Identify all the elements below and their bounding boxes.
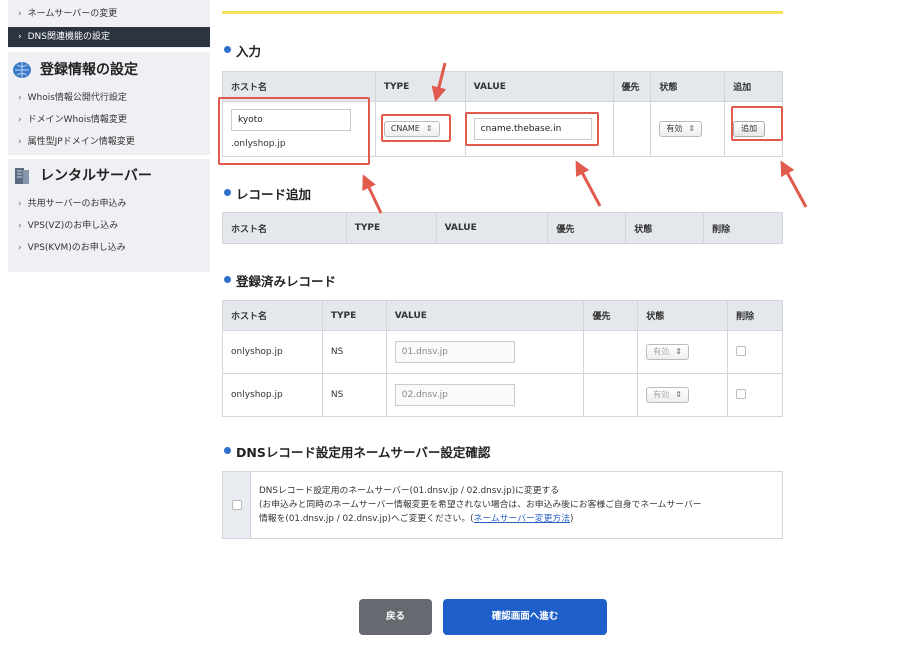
row-delete-cell — [727, 330, 783, 374]
sidebar-divider — [8, 155, 210, 159]
ns-confirm-line3-text: 情報を(01.dnsv.jp / 02.dnsv.jp)へご変更ください。( — [259, 514, 474, 524]
ns-confirm-text: DNSレコード設定用のネームサーバー(01.dnsv.jp / 02.dnsv.… — [259, 484, 774, 526]
row-status-select[interactable]: 有効 ⇕ — [646, 344, 689, 360]
status-select-value: 有効 — [666, 124, 683, 133]
row-priority — [583, 373, 639, 417]
ns-confirm-line3-end: ) — [570, 514, 574, 524]
highlight-type — [381, 114, 451, 142]
col-header-status: 状態 — [650, 71, 726, 102]
row-value-cell: 01.dnsv.jp — [385, 330, 585, 374]
ns-confirm-line3: 情報を(01.dnsv.jp / 02.dnsv.jp)へご変更ください。(ネー… — [259, 512, 774, 526]
row-priority — [583, 330, 639, 374]
highlight-host — [218, 97, 370, 165]
sidebar-item-nameserver-change[interactable]: ネームサーバーの変更 — [8, 4, 210, 24]
row-value-cell: 02.dnsv.jp — [385, 373, 585, 417]
sidebar-item-vps-vz[interactable]: VPS(VZ)のお申し込み — [8, 216, 210, 236]
ns-confirm-line2: (お申込みと同時のネームサーバー情報変更を希望されない場合は、お申込み後にお客様… — [259, 500, 702, 510]
sidebar-heading-rental-server: レンタルサーバー — [8, 162, 210, 190]
arrow-to-host — [362, 174, 383, 214]
section-title-input: 入力 — [222, 41, 261, 60]
row-status-select[interactable]: 有効 ⇕ — [646, 387, 689, 403]
next-confirm-button[interactable]: 確認画面へ進む — [443, 599, 607, 635]
highlight-value — [465, 112, 599, 146]
col-header-priority: 優先 — [583, 300, 639, 331]
globe-icon — [13, 62, 31, 78]
sidebar-item-whois-proxy[interactable]: Whois情報公開代行設定 — [8, 88, 210, 108]
col-header-type: TYPE — [374, 71, 466, 102]
row-value-input[interactable]: 02.dnsv.jp — [394, 384, 515, 406]
sidebar-heading-label: レンタルサーバー — [40, 168, 152, 184]
sidebar-item-shared-server[interactable]: 共用サーバーのお申込み — [8, 194, 210, 214]
col-header-value: VALUE — [464, 71, 614, 102]
status-cell: 有効 ⇕ — [650, 101, 726, 157]
row-type: NS — [321, 330, 387, 374]
col-header-host: ホスト名 — [222, 300, 323, 331]
row-delete-cell — [727, 373, 783, 417]
delete-checkbox[interactable] — [736, 388, 747, 399]
sidebar-item-jp-domain-change[interactable]: 属性型JPドメイン情報変更 — [8, 132, 210, 152]
sidebar-divider — [8, 48, 210, 52]
table-row: onlyshop.jp NS 01.dnsv.jp 有効 ⇕ — [222, 330, 783, 374]
ns-confirm-box: DNSレコード設定用のネームサーバー(01.dnsv.jp / 02.dnsv.… — [222, 471, 783, 539]
sidebar-heading-registration: 登録情報の設定 — [8, 56, 210, 84]
section-title-registered: 登録済みレコード — [222, 271, 336, 290]
status-select[interactable]: 有効 ⇕ — [659, 121, 703, 137]
row-status-value: 有効 — [653, 347, 670, 356]
col-header-delete: 削除 — [703, 212, 783, 244]
record-add-table: ホスト名 TYPE VALUE 優先 状態 削除 — [222, 212, 783, 244]
top-border — [222, 11, 783, 14]
col-header-value: VALUE — [385, 300, 585, 331]
delete-checkbox[interactable] — [736, 345, 747, 356]
col-header-delete: 削除 — [727, 300, 783, 331]
sidebar-item-vps-kvm[interactable]: VPS(KVM)のお申し込み — [8, 238, 210, 258]
registered-table: ホスト名 TYPE VALUE 優先 状態 削除 onlyshop.jp NS … — [222, 300, 783, 417]
col-header-value: VALUE — [435, 212, 549, 244]
col-header-priority: 優先 — [547, 212, 627, 244]
section-title-record-add: レコード追加 — [222, 184, 311, 203]
server-icon — [15, 168, 29, 184]
row-status-cell: 有効 ⇕ — [637, 330, 729, 374]
priority-cell — [612, 101, 652, 157]
col-header-host: ホスト名 — [222, 212, 347, 244]
highlight-add — [731, 106, 783, 141]
col-header-type: TYPE — [345, 212, 437, 244]
col-header-status: 状態 — [637, 300, 729, 331]
ns-confirm-checkbox[interactable] — [232, 500, 242, 510]
col-header-type: TYPE — [321, 300, 387, 331]
table-row: onlyshop.jp NS 02.dnsv.jp 有効 ⇕ — [222, 373, 783, 417]
chevron-updown-icon: ⇕ — [675, 390, 682, 399]
section-title-ns-confirm: DNSレコード設定用ネームサーバー設定確認 — [222, 442, 490, 461]
row-value-input[interactable]: 01.dnsv.jp — [394, 341, 515, 363]
col-header-priority: 優先 — [612, 71, 652, 102]
sidebar: ネームサーバーの変更 DNS関連機能の設定 登録情報の設定 Whois情報公開代… — [8, 0, 210, 272]
sidebar-item-whois-change[interactable]: ドメインWhois情報変更 — [8, 110, 210, 130]
chevron-updown-icon: ⇕ — [675, 347, 682, 356]
row-host: onlyshop.jp — [222, 330, 323, 374]
row-status-cell: 有効 ⇕ — [637, 373, 729, 417]
ns-change-howto-link[interactable]: ネームサーバー変更方法 — [474, 514, 570, 524]
back-button[interactable]: 戻る — [359, 599, 432, 635]
arrow-to-add — [780, 160, 808, 208]
col-header-status: 状態 — [625, 212, 705, 244]
row-host: onlyshop.jp — [222, 373, 323, 417]
sidebar-heading-label: 登録情報の設定 — [40, 62, 138, 78]
col-header-add: 追加 — [724, 71, 783, 102]
chevron-updown-icon: ⇕ — [688, 124, 696, 133]
arrow-to-value — [575, 160, 602, 207]
row-type: NS — [321, 373, 387, 417]
ns-confirm-line1: DNSレコード設定用のネームサーバー(01.dnsv.jp / 02.dnsv.… — [259, 486, 560, 496]
row-status-value: 有効 — [653, 390, 670, 399]
ns-confirm-checkbox-cell — [223, 472, 251, 538]
sidebar-item-dns-settings[interactable]: DNS関連機能の設定 — [8, 27, 210, 47]
